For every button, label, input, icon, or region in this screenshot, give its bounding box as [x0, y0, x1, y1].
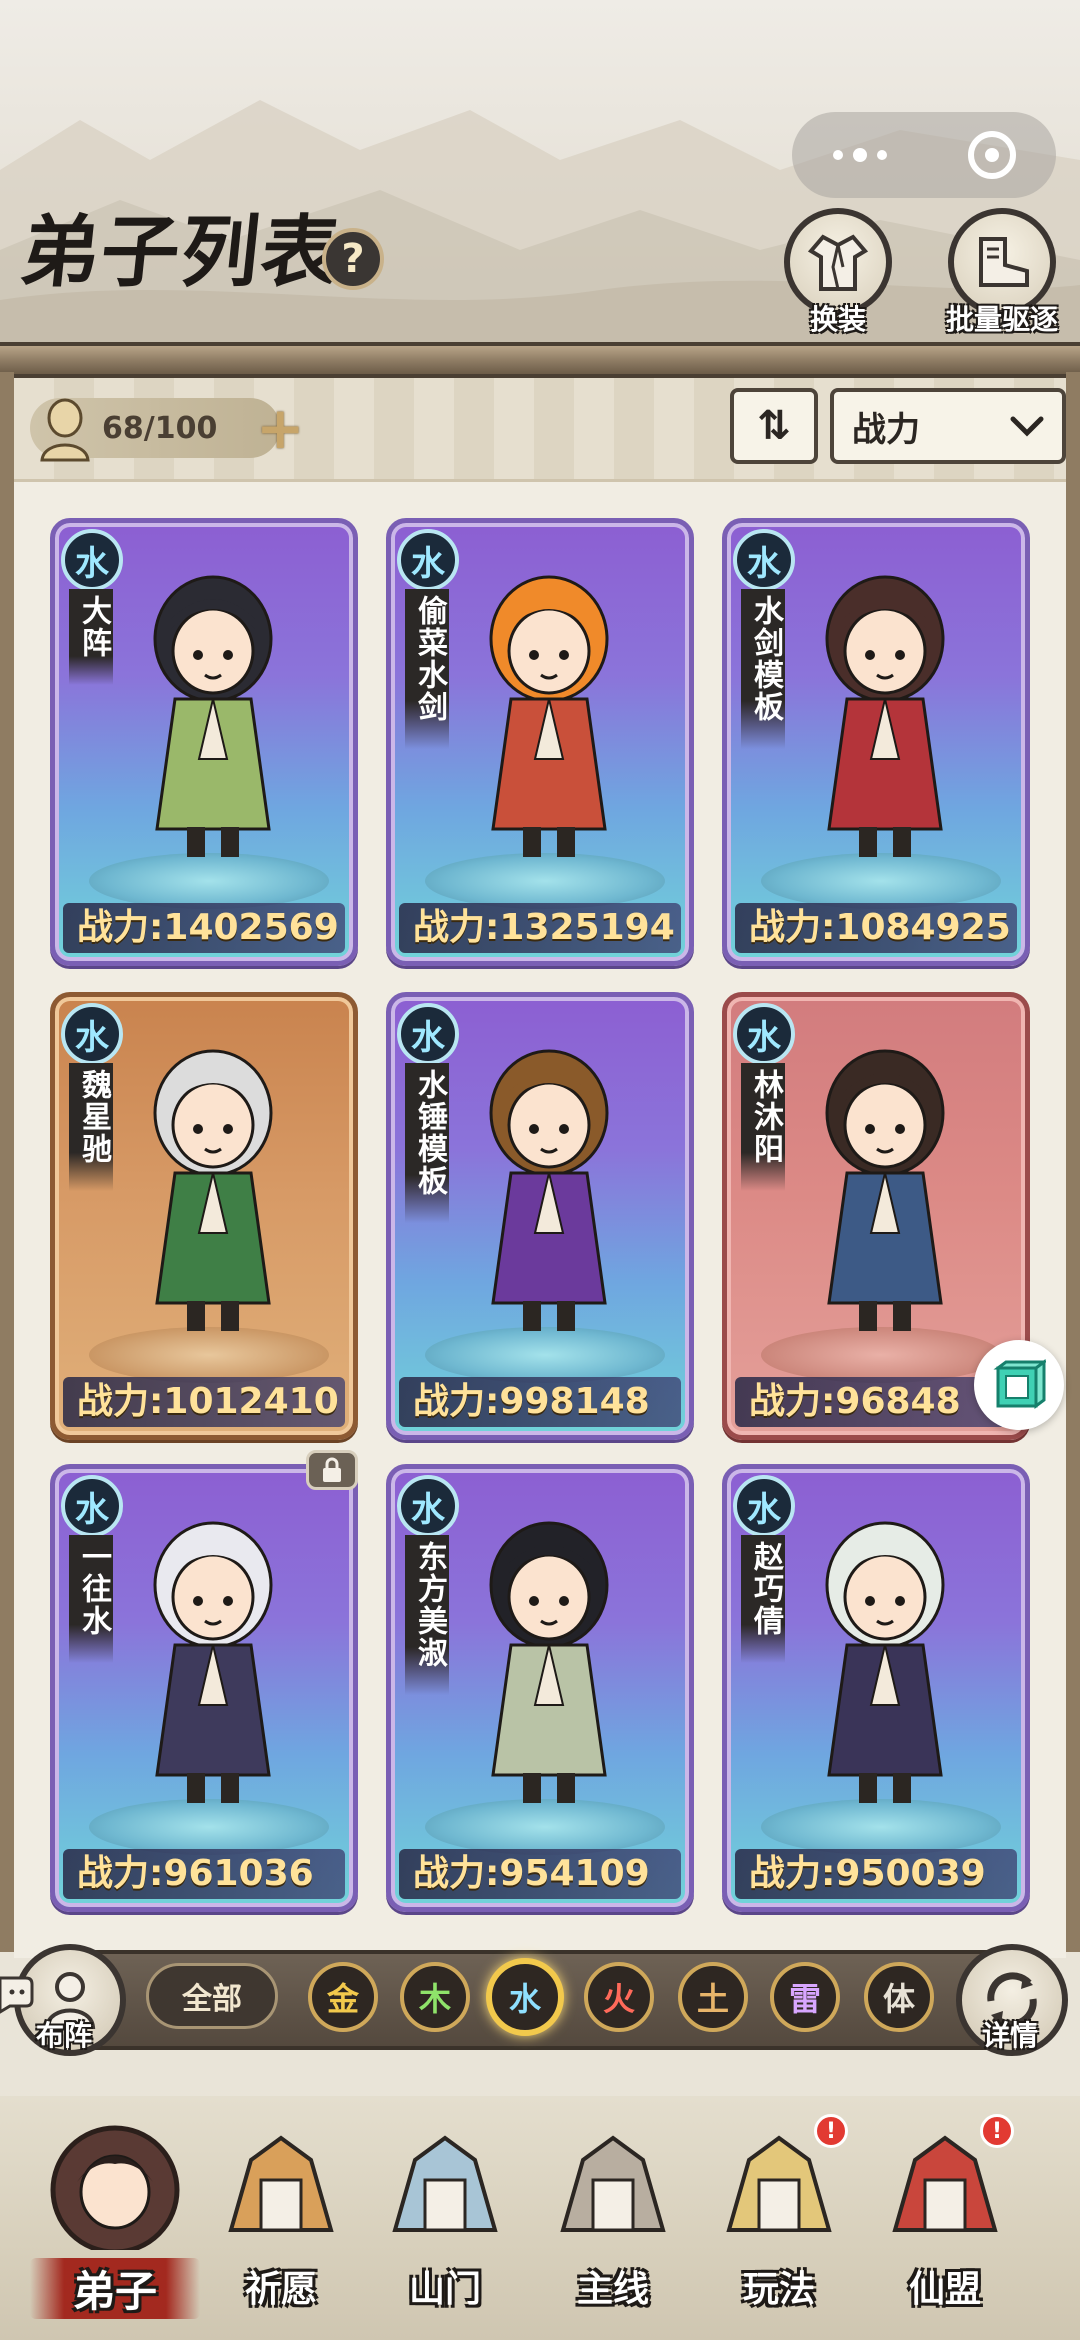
disciple-portrait — [489, 1521, 609, 1803]
disciple-card[interactable]: 水魏星驰战力:1012410 — [50, 992, 358, 1440]
disciple-name: 水锤模板 — [405, 1063, 449, 1223]
disciple-card[interactable]: 水一往水战力:961036 — [50, 1464, 358, 1912]
combat-power: 战力:1012410 — [63, 1377, 345, 1427]
disciple-card[interactable]: 水大阵战力:1402569 — [50, 518, 358, 966]
disciple-card[interactable]: 水赵巧倩战力:950039 — [722, 1464, 1030, 1912]
nav-item[interactable]: 玩法! — [694, 2114, 864, 2320]
wooden-frame-top — [0, 342, 1080, 378]
element-filter-chip[interactable]: 体 — [864, 1962, 934, 2032]
combat-power: 战力:1325194 — [399, 903, 681, 953]
wooden-frame-right — [1066, 372, 1080, 1952]
element-filter-chip[interactable]: 火 — [584, 1962, 654, 2032]
details-label: 详情 — [982, 2019, 1039, 2052]
combat-power: 战力:998148 — [399, 1377, 681, 1427]
formation-label: 布阵 — [36, 2019, 93, 2052]
more-icon[interactable] — [832, 148, 887, 162]
batch-dismiss-label: 批量驱逐 — [946, 303, 1059, 336]
element-badge-water-icon: 水 — [733, 1475, 795, 1537]
notification-badge: ! — [814, 2114, 848, 2148]
nav-icon — [228, 2135, 334, 2232]
nav-icon — [560, 2135, 666, 2232]
nav-item[interactable]: 弟子 — [30, 2120, 200, 2320]
disciple-name: 赵巧倩 — [741, 1535, 785, 1663]
expand-capacity-icon[interactable]: + — [256, 399, 305, 457]
element-badge-water-icon: 水 — [733, 529, 795, 591]
element-filter-chip[interactable]: 水 — [486, 1958, 564, 2036]
wooden-frame-left — [0, 372, 14, 1952]
outfit-button-label: 换装 — [809, 303, 866, 336]
disciple-portrait — [825, 575, 945, 857]
disciple-portrait — [153, 575, 273, 857]
element-filter-chip[interactable]: 土 — [678, 1962, 748, 2032]
combat-power: 战力:1402569 — [63, 903, 345, 953]
nav-item-label: 山门 — [408, 2269, 481, 2310]
element-badge-water-icon: 水 — [61, 1475, 123, 1537]
nav-item[interactable]: 祈愿 — [196, 2120, 366, 2320]
nav-item-label: 弟子 — [30, 2258, 200, 2319]
disciple-portrait — [489, 575, 609, 857]
nav-icon — [392, 2135, 498, 2232]
disciple-card[interactable]: 水水剑模板战力:1084925 — [722, 518, 1030, 966]
help-icon[interactable]: ? — [322, 228, 384, 290]
page-title: 弟子列表 — [16, 207, 347, 298]
disciple-name: 林沐阳 — [741, 1063, 785, 1191]
nav-item-label: 主线 — [576, 2269, 649, 2310]
nav-item[interactable]: 仙盟! — [860, 2114, 1030, 2320]
sort-by-value: 战力 — [852, 409, 920, 450]
disciple-name: 一往水 — [69, 1535, 113, 1663]
floating-cube-button[interactable] — [974, 1340, 1064, 1430]
disciple-card[interactable]: 水东方美淑战力:954109 — [386, 1464, 694, 1912]
element-badge-water-icon: 水 — [397, 529, 459, 591]
disciple-name: 偷菜水剑 — [405, 589, 449, 749]
nav-item[interactable]: 主线 — [528, 2120, 698, 2320]
batch-dismiss-button[interactable]: 批量驱逐 — [946, 208, 1058, 338]
disciple-card[interactable]: 水偷菜水剑战力:1325194 — [386, 518, 694, 966]
combat-power: 战力:961036 — [63, 1849, 345, 1899]
element-badge-water-icon: 水 — [397, 1003, 459, 1065]
chevron-down-icon — [1010, 416, 1044, 437]
disciple-name: 水剑模板 — [741, 589, 785, 749]
element-filter-chip[interactable]: 金 — [308, 1962, 378, 2032]
disciple-bust-icon — [40, 398, 90, 462]
cube-icon — [993, 1359, 1046, 1409]
disciple-count: 68/100 + — [30, 398, 305, 462]
notification-badge: ! — [980, 2114, 1014, 2148]
disciple-name: 东方美淑 — [405, 1535, 449, 1695]
disciple-card[interactable]: 水水锤模板战力:998148 — [386, 992, 694, 1440]
disciple-portrait — [153, 1049, 273, 1331]
disciple-portrait — [153, 1521, 273, 1803]
element-badge-water-icon: 水 — [397, 1475, 459, 1537]
sort-order-toggle[interactable]: ⇅ — [730, 388, 818, 464]
chat-bubble-icon[interactable] — [0, 1974, 34, 2014]
element-filter-chip[interactable]: 雷 — [770, 1962, 840, 2032]
nav-item-label: 祈愿 — [244, 2269, 317, 2310]
disciple-name: 魏星驰 — [69, 1063, 113, 1191]
element-badge-water-icon: 水 — [61, 1003, 123, 1065]
combat-power: 战力:1084925 — [735, 903, 1017, 953]
element-badge-water-icon: 水 — [61, 529, 123, 591]
element-badge-water-icon: 水 — [733, 1003, 795, 1065]
disciple-portrait — [825, 1049, 945, 1331]
lock-icon[interactable] — [306, 1450, 358, 1490]
sort-by-dropdown[interactable]: 战力 — [830, 388, 1066, 464]
mini-program-capsule — [792, 112, 1056, 198]
disciple-portrait — [489, 1049, 609, 1331]
close-icon[interactable] — [967, 131, 1016, 179]
combat-power: 战力:950039 — [735, 1849, 1017, 1899]
nav-icon — [50, 2125, 180, 2255]
nav-item[interactable]: 山门 — [360, 2120, 530, 2320]
element-filter-chip[interactable]: 木 — [400, 1962, 470, 2032]
nav-item-label: 仙盟 — [908, 2269, 981, 2310]
disciple-count-value: 68/100 — [102, 410, 218, 446]
filter-all-button[interactable]: 全部 — [146, 1963, 278, 2029]
disciple-name: 大阵 — [69, 589, 113, 685]
disciple-portrait — [825, 1521, 945, 1803]
outfit-button[interactable]: 换装 — [782, 208, 894, 338]
nav-item-label: 玩法 — [742, 2269, 815, 2310]
combat-power: 战力:954109 — [399, 1849, 681, 1899]
